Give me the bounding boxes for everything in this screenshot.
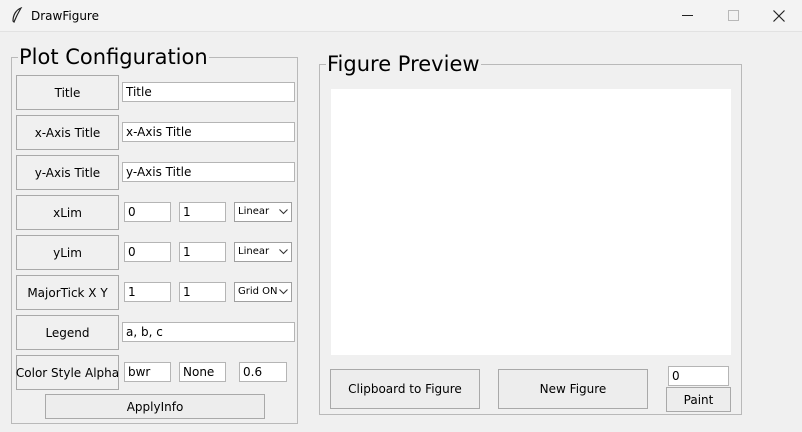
xlim-max-input[interactable]: 1 [179,202,226,222]
paint-value-input[interactable]: 0 [668,366,729,386]
ylim-scale-value: Linear [238,246,270,257]
style-input[interactable]: None [179,362,226,382]
color-style-alpha-label: Color Style Alpha [16,355,119,390]
ylim-max-input[interactable]: 1 [179,242,226,262]
majortick-label: MajorTick X Y [16,275,119,310]
legend-label: Legend [16,315,119,350]
chevron-down-icon [279,249,288,255]
ylim-scale-select[interactable]: Linear [234,242,292,262]
clipboard-to-figure-button[interactable]: Clipboard to Figure [330,369,480,409]
xlim-scale-value: Linear [238,206,270,217]
ylim-label: yLim [16,235,119,270]
plot-configuration-title: Plot Configuration [18,45,209,69]
minimize-button[interactable] [664,0,710,31]
window-titlebar: DrawFigure [0,0,802,32]
xaxis-title-input[interactable]: x-Axis Title [122,122,295,142]
chevron-down-icon [279,289,288,295]
ylim-min-input[interactable]: 0 [124,242,171,262]
alpha-input[interactable]: 0.6 [239,362,287,382]
majortick-y-input[interactable]: 1 [179,282,226,302]
xaxis-title-label: x-Axis Title [16,115,119,150]
chevron-down-icon [279,209,288,215]
close-button[interactable] [756,0,802,31]
close-icon [773,9,785,22]
figure-canvas[interactable] [331,89,731,355]
xlim-label: xLim [16,195,119,230]
maximize-button[interactable] [710,0,756,31]
xlim-min-input[interactable]: 0 [124,202,171,222]
minimize-icon [681,14,693,16]
paint-button[interactable]: Paint [666,387,731,412]
xlim-scale-select[interactable]: Linear [234,202,292,222]
feather-icon [12,7,23,23]
grid-select-value: Grid ON [238,286,278,297]
maximize-icon [727,10,739,21]
color-input[interactable]: bwr [124,362,171,382]
window-title: DrawFigure [31,9,99,23]
figure-preview-title: Figure Preview [326,52,481,76]
yaxis-title-label: y-Axis Title [16,155,119,190]
title-label: Title [16,75,119,110]
apply-info-button[interactable]: ApplyInfo [45,394,265,419]
new-figure-button[interactable]: New Figure [498,369,648,409]
legend-input[interactable]: a, b, c [122,322,295,342]
yaxis-title-input[interactable]: y-Axis Title [122,162,295,182]
grid-select[interactable]: Grid ON [234,282,292,302]
majortick-x-input[interactable]: 1 [124,282,171,302]
title-input[interactable]: Title [122,82,295,102]
